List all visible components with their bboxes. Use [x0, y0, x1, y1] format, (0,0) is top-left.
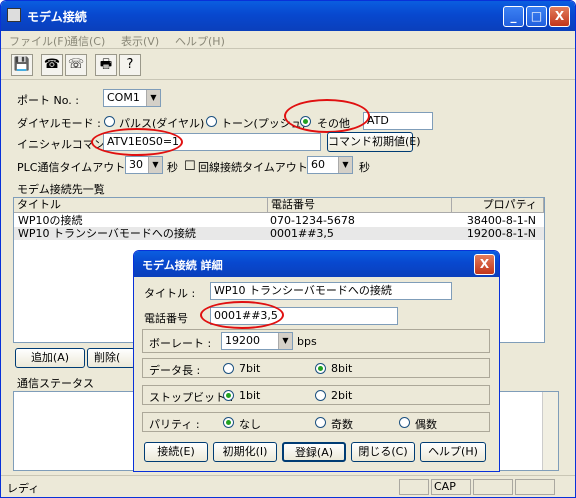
stop-1bit-label: 1bit	[239, 389, 261, 402]
window-title: モデム接続	[27, 10, 87, 24]
stop-bit-label: ストップビット :	[149, 391, 234, 404]
list-label: モデム接続先一覧	[17, 183, 105, 196]
help-icon[interactable]: ?	[119, 54, 141, 76]
stop-1bit-radio[interactable]	[223, 390, 234, 401]
row-prop: 38400-8-1-N	[466, 214, 536, 227]
baud-label: ボーレート :	[149, 337, 212, 350]
parity-odd-radio[interactable]	[315, 417, 326, 428]
data-length-label: データ長 :	[149, 364, 201, 377]
title-bar: モデム接続 _ □ X	[1, 1, 575, 31]
menu-bar: ファイル(F) 通信(C) 表示(V) ヘルプ(H)	[1, 31, 575, 49]
col-prop[interactable]: プロパティ	[452, 198, 544, 213]
menu-comm[interactable]: 通信(C)	[67, 33, 105, 49]
col-phone[interactable]: 電話番号	[268, 198, 452, 213]
print-icon[interactable]: 🖶	[95, 54, 117, 76]
dial-mode-label: ダイヤルモード :	[17, 117, 101, 130]
data-7bit-radio[interactable]	[223, 363, 234, 374]
add-button[interactable]: 追加(A)	[15, 348, 85, 368]
stop-bit-group: ストップビット : 1bit 2bit	[142, 385, 490, 405]
dialog-help-button[interactable]: ヘルプ(H)	[420, 442, 486, 462]
maximize-button[interactable]: □	[526, 6, 547, 27]
highlight-oval	[200, 301, 284, 329]
dial-tone-radio[interactable]	[206, 116, 217, 127]
caps-indicator: CAP	[431, 479, 471, 495]
dial-pulse-radio[interactable]	[104, 116, 115, 127]
minimize-button[interactable]: _	[503, 6, 524, 27]
row-phone: 070-1234-5678	[270, 214, 355, 227]
highlight-oval	[91, 128, 183, 156]
row-prop: 19200-8-1-N	[466, 227, 536, 240]
dialog-close-text-button[interactable]: 閉じる(C)	[351, 442, 415, 462]
line-timeout-unit: 秒	[359, 161, 370, 174]
row-title: WP10の接続	[18, 214, 83, 227]
disconnect-icon[interactable]: ☏	[65, 54, 87, 76]
stop-2bit-radio[interactable]	[315, 390, 326, 401]
scrollbar[interactable]	[542, 392, 558, 470]
delete-button[interactable]: 削除(	[87, 348, 135, 368]
status-pane	[515, 479, 555, 495]
dialog-close-button[interactable]: X	[474, 254, 495, 275]
parity-odd-label: 奇数	[331, 418, 353, 431]
row-title: WP10 トランシーバモードへの接続	[18, 227, 196, 240]
port-select[interactable]: COM1 ▼	[103, 89, 161, 107]
save-icon[interactable]: 💾	[11, 54, 33, 76]
menu-view[interactable]: 表示(V)	[121, 33, 159, 49]
line-timeout-label: 回線接続タイムアウト :	[198, 161, 315, 174]
comm-status-label: 通信ステータス	[17, 377, 94, 390]
close-button[interactable]: X	[549, 6, 570, 27]
table-row[interactable]: WP10 トランシーバモードへの接続 0001##3,5 19200-8-1-N	[14, 227, 544, 240]
parity-none-label: なし	[239, 418, 261, 431]
toolbar: 💾 ☎ ☏ 🖶 ?	[1, 50, 575, 80]
plc-timeout-label: PLC通信タイムアウト :	[17, 161, 133, 174]
data-7bit-label: 7bit	[239, 362, 261, 375]
dialog-register-button[interactable]: 登録(A)	[282, 442, 346, 462]
dialog-phone-label: 電話番号	[144, 312, 188, 325]
row-phone: 0001##3,5	[270, 227, 334, 240]
parity-even-radio[interactable]	[399, 417, 410, 428]
menu-help[interactable]: ヘルプ(H)	[175, 33, 225, 49]
connect-icon[interactable]: ☎	[41, 54, 63, 76]
line-timeout-select[interactable]: 60 ▼	[307, 156, 353, 174]
baud-group: ボーレート : 19200 ▼ bps	[142, 329, 490, 353]
menu-file[interactable]: ファイル(F)	[9, 33, 68, 49]
status-pane	[399, 479, 429, 495]
parity-label: パリティ :	[149, 418, 200, 431]
detail-dialog: モデム接続 詳細 X タイトル : WP10 トランシーバモードへの接続 電話番…	[133, 250, 500, 472]
table-row[interactable]: WP10の接続 070-1234-5678 38400-8-1-N	[14, 214, 544, 227]
data-8bit-radio[interactable]	[315, 363, 326, 374]
status-bar: レディ CAP	[1, 475, 575, 497]
data-length-group: データ長 : 7bit 8bit	[142, 358, 490, 378]
status-pane	[473, 479, 513, 495]
plc-timeout-select[interactable]: 30 ▼	[125, 156, 163, 174]
plc-timeout-unit: 秒	[167, 161, 178, 174]
app-icon	[7, 8, 21, 22]
baud-unit: bps	[297, 335, 317, 348]
col-title[interactable]: タイトル	[14, 198, 268, 213]
dial-other-input[interactable]: ATD	[363, 112, 433, 130]
parity-group: パリティ : なし 奇数 偶数	[142, 412, 490, 432]
dialog-title-label: タイトル :	[144, 287, 196, 300]
dialog-connect-button[interactable]: 接続(E)	[144, 442, 208, 462]
dialog-init-button[interactable]: 初期化(I)	[213, 442, 277, 462]
parity-even-label: 偶数	[415, 418, 437, 431]
parity-none-radio[interactable]	[223, 417, 234, 428]
status-text: レディ	[7, 482, 40, 495]
command-reset-button[interactable]: コマンド初期値(E)	[327, 132, 421, 152]
dialog-title-bar: モデム接続 詳細 X	[134, 251, 499, 277]
port-label: ポート No. :	[17, 94, 79, 107]
stop-2bit-label: 2bit	[331, 389, 353, 402]
highlight-oval	[284, 99, 370, 133]
dialog-title-input[interactable]: WP10 トランシーバモードへの接続	[210, 282, 452, 300]
baud-select[interactable]: 19200 ▼	[221, 332, 293, 350]
dialog-title: モデム接続 詳細	[142, 259, 223, 272]
checkbox-mark[interactable]: ☐	[184, 159, 196, 174]
data-8bit-label: 8bit	[331, 362, 353, 375]
